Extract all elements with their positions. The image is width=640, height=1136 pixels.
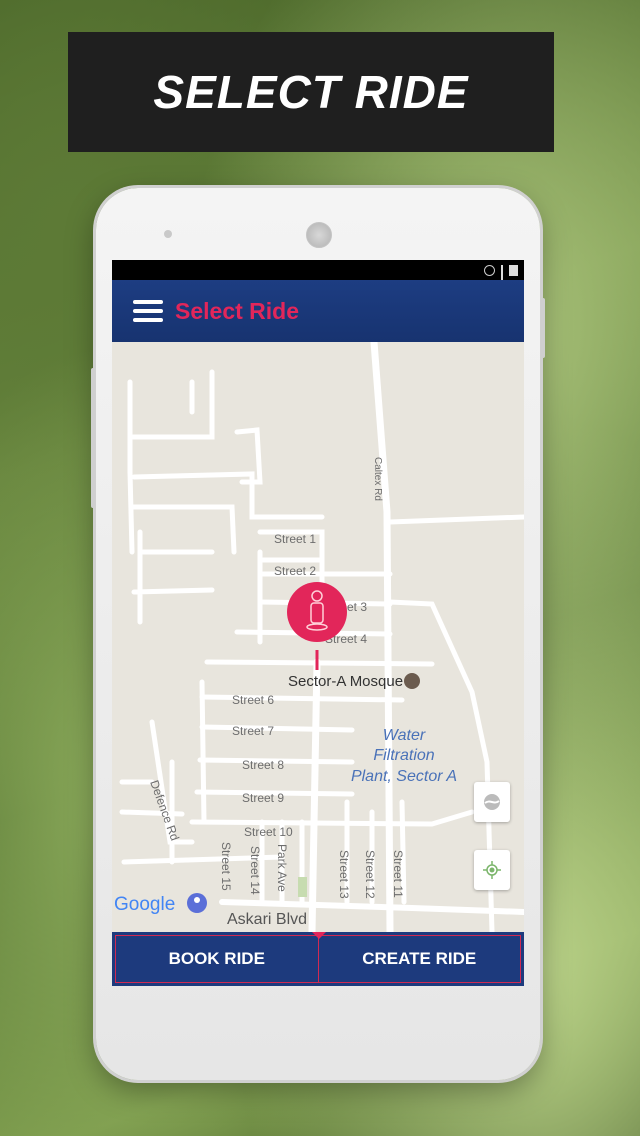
volume-button: [91, 368, 95, 508]
map-label-street-11: Street 11: [391, 850, 405, 898]
map-label-street-12: Street 12: [363, 850, 377, 899]
map-label-street-6: Street 6: [232, 693, 274, 707]
earth-button[interactable]: [474, 782, 510, 822]
map-label-street-1: Street 1: [274, 532, 316, 546]
map-label-street-9: Street 9: [242, 791, 284, 805]
app-title: Select Ride: [175, 297, 299, 324]
promo-banner: SELECT RIDE: [68, 32, 554, 152]
google-logo: Google: [112, 887, 210, 919]
banner-title: SELECT RIDE: [153, 66, 469, 118]
poi-water-line-2: Filtration: [373, 747, 434, 764]
create-ride-button[interactable]: CREATE RIDE: [318, 935, 521, 983]
battery-icon: [509, 264, 518, 276]
phone-frame: Select Ride Street 1 Street 2 3 Street 4…: [91, 188, 545, 1080]
alarm-icon: [484, 264, 495, 276]
map-view[interactable]: Street 1 Street 2 Street 3 Street 4 Stre…: [112, 342, 524, 932]
app-bar: Select Ride: [112, 280, 524, 342]
earpiece-speaker: [306, 222, 332, 248]
map-label-street-2: Street 2: [274, 564, 316, 578]
location-icon: [483, 861, 501, 879]
earth-icon: [484, 794, 500, 810]
map-label-street-14: Street 14: [248, 846, 262, 895]
bottom-action-bar: BOOK RIDE CREATE RIDE: [112, 932, 524, 986]
phone-screen: Select Ride Street 1 Street 2 3 Street 4…: [112, 260, 524, 986]
power-button: [541, 298, 545, 358]
poi-water-line-1: Water: [383, 727, 426, 744]
map-label-street-10: Street 10: [244, 825, 293, 839]
tab-indicator: [312, 932, 326, 939]
signal-icon: [501, 264, 503, 294]
book-ride-button[interactable]: BOOK RIDE: [115, 935, 319, 983]
map-label-street-8: Street 8: [242, 758, 284, 772]
map-label-caltex-rd: Caltex Rd: [372, 457, 383, 501]
poi-mosque-label: Sector-A Mosque: [288, 673, 403, 690]
mosque-icon: [404, 673, 420, 689]
poi-water-line-3: Plant, Sector A: [351, 768, 457, 785]
front-camera: [164, 230, 172, 238]
my-location-button[interactable]: [474, 850, 510, 890]
map-label-street-15: Street 15: [219, 842, 233, 891]
menu-icon[interactable]: [133, 300, 163, 322]
svg-text:Google: Google: [114, 894, 175, 915]
status-bar: [112, 260, 524, 294]
map-label-askari-blvd: Askari Blvd: [227, 911, 307, 928]
map-label-street-13: Street 13: [337, 850, 351, 899]
map-label-park-ave: Park Ave: [275, 844, 289, 892]
map-label-street-7: Street 7: [232, 724, 274, 738]
